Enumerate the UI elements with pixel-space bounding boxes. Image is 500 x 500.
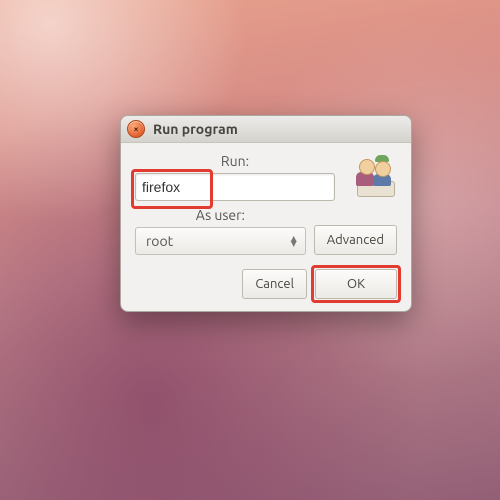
run-input[interactable] xyxy=(135,173,335,201)
run-row: Run: xyxy=(135,153,397,201)
cancel-button[interactable]: Cancel xyxy=(242,269,307,299)
user-selected-value: root xyxy=(146,233,173,249)
window-title: Run program xyxy=(153,121,238,137)
user-select[interactable]: root ▲▼ xyxy=(135,227,306,255)
titlebar[interactable]: × Run program xyxy=(121,116,411,143)
advanced-button[interactable]: Advanced xyxy=(314,225,397,255)
actions-row: Cancel OK xyxy=(135,269,397,299)
advanced-label: Advanced xyxy=(327,233,384,247)
cancel-label: Cancel xyxy=(255,277,294,291)
ok-button[interactable]: OK xyxy=(315,269,397,299)
desktop-background: × Run program Run: xyxy=(0,0,500,500)
chevron-updown-icon: ▲▼ xyxy=(291,236,297,246)
run-program-dialog: × Run program Run: xyxy=(120,115,412,312)
user-label: As user: xyxy=(135,207,306,223)
user-row: As user: root ▲▼ Advanced xyxy=(135,207,397,255)
run-label: Run: xyxy=(135,153,335,169)
ok-label: OK xyxy=(347,277,365,291)
dialog-content: Run: As user: xyxy=(121,143,411,311)
users-admin-icon xyxy=(353,157,397,197)
close-icon[interactable]: × xyxy=(127,120,145,138)
close-glyph: × xyxy=(133,125,138,134)
